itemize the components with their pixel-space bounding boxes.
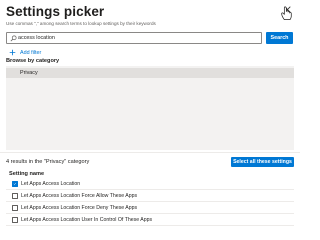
add-filter-label: Add filter xyxy=(20,49,42,56)
setting-checkbox[interactable] xyxy=(12,205,18,211)
category-panel: Privacy xyxy=(6,66,294,150)
search-button[interactable]: Search xyxy=(266,32,293,44)
cursor-icon xyxy=(281,6,292,21)
settings-list: Let Apps Access Location Let Apps Access… xyxy=(6,178,294,226)
search-icon xyxy=(10,35,17,42)
setting-checkbox[interactable] xyxy=(12,181,18,187)
browse-by-category-label: Browse by category xyxy=(6,58,60,64)
category-item-privacy[interactable]: Privacy xyxy=(6,68,294,78)
column-header-setting-name: Setting name xyxy=(9,171,45,177)
divider xyxy=(0,152,300,153)
page-title: Settings picker xyxy=(6,4,105,19)
select-all-settings-button[interactable]: Select all these settings xyxy=(231,157,294,167)
search-input-value: access location xyxy=(18,35,55,41)
setting-checkbox[interactable] xyxy=(12,193,18,199)
list-item[interactable]: Let Apps Access Location Force Allow The… xyxy=(6,190,294,202)
setting-checkbox[interactable] xyxy=(12,217,18,223)
search-input[interactable]: access location xyxy=(6,32,262,44)
page-subtitle: Use commas "," among search terms to loo… xyxy=(6,21,156,26)
add-filter-button[interactable]: Add filter xyxy=(9,49,41,56)
check-icon xyxy=(13,182,17,185)
setting-label: Let Apps Access Location xyxy=(21,181,81,187)
list-item[interactable]: Let Apps Access Location User In Control… xyxy=(6,214,294,226)
setting-label: Let Apps Access Location Force Allow The… xyxy=(21,193,138,199)
results-count: 4 results in the "Privacy" category xyxy=(6,159,90,165)
setting-label: Let Apps Access Location User In Control… xyxy=(21,217,153,223)
list-item[interactable]: Let Apps Access Location xyxy=(6,178,294,190)
list-item[interactable]: Let Apps Access Location Force Deny Thes… xyxy=(6,202,294,214)
category-item-label: Privacy xyxy=(20,70,38,76)
setting-label: Let Apps Access Location Force Deny Thes… xyxy=(21,205,138,211)
plus-icon xyxy=(9,49,16,56)
